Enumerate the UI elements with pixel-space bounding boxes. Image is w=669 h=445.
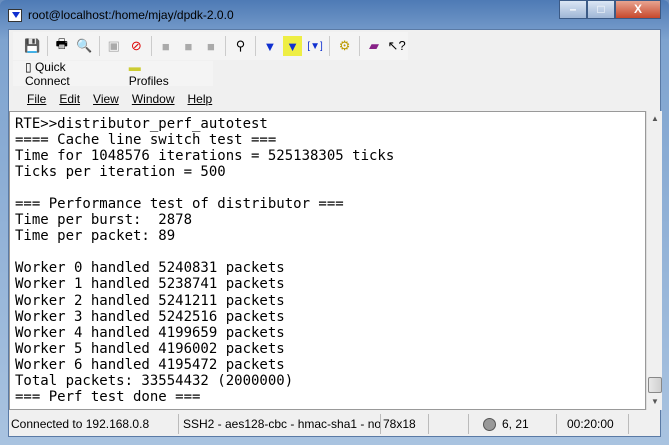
app-icon	[8, 8, 22, 22]
title-bar: root@localhost:/home/mjay/dpdk-2.0.0	[8, 4, 234, 26]
terminal-line: Worker 3 handled 5242516 packets	[15, 308, 285, 325]
scroll-thumb[interactable]	[648, 377, 662, 393]
close-button[interactable]: X	[615, 0, 661, 19]
menu-file[interactable]: File	[27, 92, 46, 106]
copy-icon[interactable]: ■	[157, 36, 176, 56]
terminal-line: ==== Cache line switch test ===	[15, 132, 277, 149]
file-transfer-icon[interactable]: ▼	[283, 36, 302, 56]
toolbar: 💾 🖶 🔍 ▣ ⊘ ■ ■ ■ ⚲ ▼ ▼ [▼] ⚙ ▰ ↖?	[13, 32, 408, 60]
status-empty	[429, 414, 469, 434]
status-cursor: 6, 21	[502, 417, 529, 431]
window-title: root@localhost:/home/mjay/dpdk-2.0.0	[28, 8, 234, 22]
terminal-line: Worker 1 handled 5238741 packets	[15, 276, 285, 293]
profiles-label: Profiles	[128, 73, 169, 88]
connect-icon[interactable]: ▣	[105, 36, 124, 56]
cursor-icon	[483, 418, 496, 432]
find-icon[interactable]: ⚲	[231, 36, 250, 56]
maximize-button[interactable]: □	[587, 0, 615, 19]
terminal-line: Ticks per iteration = 500	[15, 164, 226, 181]
scrollbar[interactable]: ▲ ▼	[646, 111, 662, 410]
new-terminal-icon[interactable]: ▼	[261, 36, 280, 56]
print-icon[interactable]: 🖶	[52, 36, 71, 56]
scroll-down-icon[interactable]: ▼	[647, 394, 663, 410]
terminal-line: Worker 5 handled 4196002 packets	[15, 340, 285, 357]
terminal-bracket-icon[interactable]: [▼]	[306, 36, 325, 56]
terminal-line: Worker 2 handled 5241211 packets	[15, 292, 285, 309]
terminal-line: === Performance test of distributor ===	[15, 196, 344, 213]
quick-connect-button[interactable]: ▯ Quick Connect	[25, 60, 117, 88]
status-bar: Connected to 192.168.0.8 SSH2 - aes128-c…	[9, 411, 662, 437]
terminal-line: Time per packet: 89	[15, 228, 176, 245]
minimize-button[interactable]: –	[559, 0, 587, 19]
terminal-output[interactable]: RTE>>distributor_perf_autotest ==== Cache…	[9, 111, 646, 410]
status-connection: Connected to 192.168.0.8	[9, 414, 179, 434]
terminal-line: RTE>>distributor_perf_autotest	[15, 116, 268, 132]
help-book-icon[interactable]: ▰	[365, 36, 384, 56]
status-size: 78x18	[381, 414, 429, 434]
terminal-line: Time for 1048576 iterations = 525138305 …	[15, 148, 395, 165]
print-preview-icon[interactable]: 🔍	[75, 36, 94, 56]
menu-bar: File Edit View Window Help	[13, 88, 225, 110]
scroll-up-icon[interactable]: ▲	[647, 111, 663, 127]
status-time: 00:20:00	[557, 414, 629, 434]
menu-edit[interactable]: Edit	[59, 92, 80, 106]
terminal-line: Worker 4 handled 4199659 packets	[15, 324, 285, 341]
profiles-button[interactable]: ▬ Profiles	[129, 60, 201, 88]
paste-special-icon[interactable]: ■	[202, 36, 221, 56]
context-help-icon[interactable]: ↖?	[387, 36, 406, 56]
save-icon[interactable]: 💾	[23, 36, 42, 56]
terminal-line: === Perf test done ===	[15, 388, 201, 405]
quick-connect-label: Quick Connect	[25, 59, 70, 88]
app-window: root@localhost:/home/mjay/dpdk-2.0.0 – □…	[0, 0, 669, 445]
menu-view[interactable]: View	[93, 92, 119, 106]
disconnect-icon[interactable]: ⊘	[127, 36, 146, 56]
settings-icon[interactable]: ⚙	[335, 36, 354, 56]
terminal-line: Worker 6 handled 4195472 packets	[15, 356, 285, 373]
menu-help[interactable]: Help	[188, 92, 213, 106]
menu-window[interactable]: Window	[132, 92, 175, 106]
terminal-line: Time per burst: 2878	[15, 212, 193, 229]
folder-icon: ▬	[128, 59, 141, 74]
terminal-line: Worker 0 handled 5240831 packets	[15, 260, 285, 277]
status-cipher: SSH2 - aes128-cbc - hmac-sha1 - no	[179, 414, 381, 434]
terminal-line: Total packets: 33554432 (2000000)	[15, 372, 294, 389]
paste-icon[interactable]: ■	[179, 36, 198, 56]
